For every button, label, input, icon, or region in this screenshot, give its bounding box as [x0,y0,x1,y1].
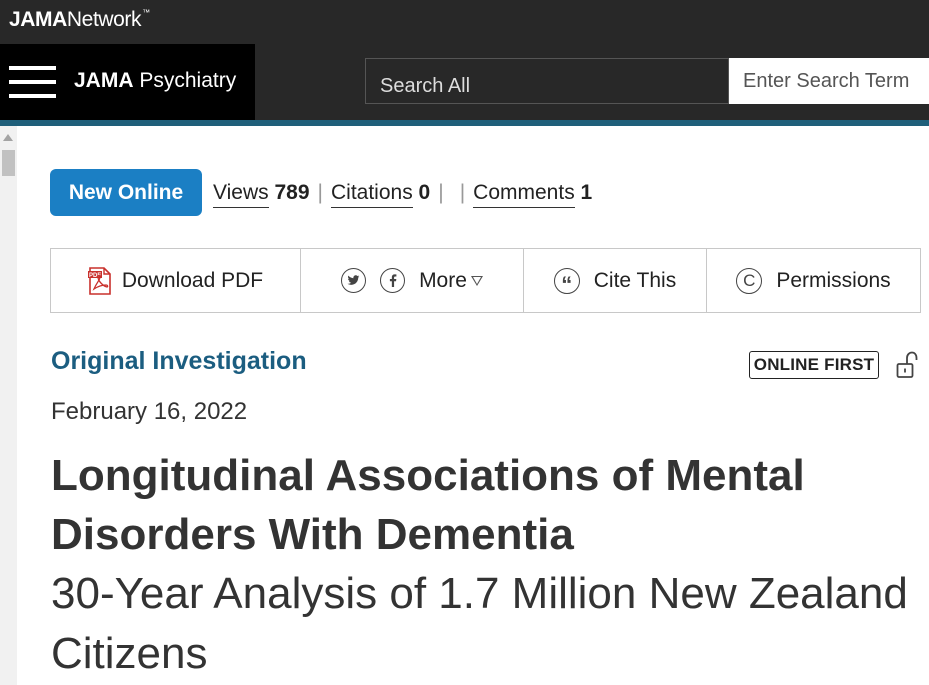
permissions-button[interactable]: C Permissions [706,249,920,312]
article-subtitle: 30-Year Analysis of 1.7 Million New Zeal… [51,569,908,678]
facebook-icon[interactable] [380,268,406,293]
article-type[interactable]: Original Investigation [51,347,307,376]
trademark-symbol: ™ [142,8,150,17]
article-metrics: Views 789 | Citations 0 | | Comments 1 [213,181,593,208]
comments-label: Comments [473,181,575,204]
views-count: 789 [274,181,310,204]
network-brand-rest: Network [66,8,142,31]
more-label: More [419,268,467,292]
journal-header: JAMA Psychiatry Search All [0,44,929,120]
separator: | [317,181,323,204]
citations-label: Citations [331,181,413,204]
online-first-badge: ONLINE FIRST [749,351,879,379]
cite-this-button[interactable]: “ Cite This [523,249,706,312]
new-online-button[interactable]: New Online [50,169,202,216]
permissions-label: Permissions [776,268,891,292]
menu-icon[interactable] [9,66,56,100]
copyright-icon: C [736,267,763,294]
journal-logo[interactable]: JAMA Psychiatry [74,69,236,93]
journal-name-rest: Psychiatry [139,69,237,92]
article-toolbar: PDF Download PDF More “ Cite This C Perm… [50,248,921,313]
journal-brand-block: JAMA Psychiatry [0,44,255,120]
scroll-up-arrow-icon[interactable] [3,134,13,141]
header-divider [0,120,929,126]
views-label: Views [213,181,269,204]
publication-date: February 16, 2022 [51,398,248,425]
twitter-icon[interactable] [341,268,367,293]
pdf-icon: PDF [87,266,112,295]
separator: | [459,181,466,204]
dropdown-triangle-icon [470,275,483,286]
network-brand-bold: JAMA [9,8,67,31]
copyright-glyph: C [743,270,756,290]
cite-this-label: Cite This [593,268,677,292]
search-scope-select[interactable]: Search All [365,58,729,104]
journal-name-bold: JAMA [74,69,134,92]
jama-network-logo[interactable]: JAMANetwork™ [9,8,150,32]
quote-icon: “ [553,267,580,297]
article-title: Longitudinal Associations of Mental Diso… [51,451,805,559]
search-scope-label: Search All [380,75,471,97]
separator: | [438,181,444,204]
citations-link[interactable]: Citations [331,181,413,208]
search-input[interactable] [729,58,929,104]
quote-glyph: “ [561,271,573,297]
unlock-icon [896,350,918,380]
more-share-button[interactable]: More [419,269,483,293]
download-pdf-button[interactable]: PDF Download PDF [51,249,300,312]
share-group: More [300,249,523,312]
views-link[interactable]: Views [213,181,269,208]
download-pdf-label: Download PDF [121,268,264,292]
scrollbar[interactable] [0,126,17,685]
scroll-thumb[interactable] [2,150,15,176]
comments-count: 1 [580,181,593,204]
citations-count: 0 [418,181,431,204]
comments-link[interactable]: Comments [473,181,575,208]
network-header: JAMANetwork™ [0,0,929,44]
